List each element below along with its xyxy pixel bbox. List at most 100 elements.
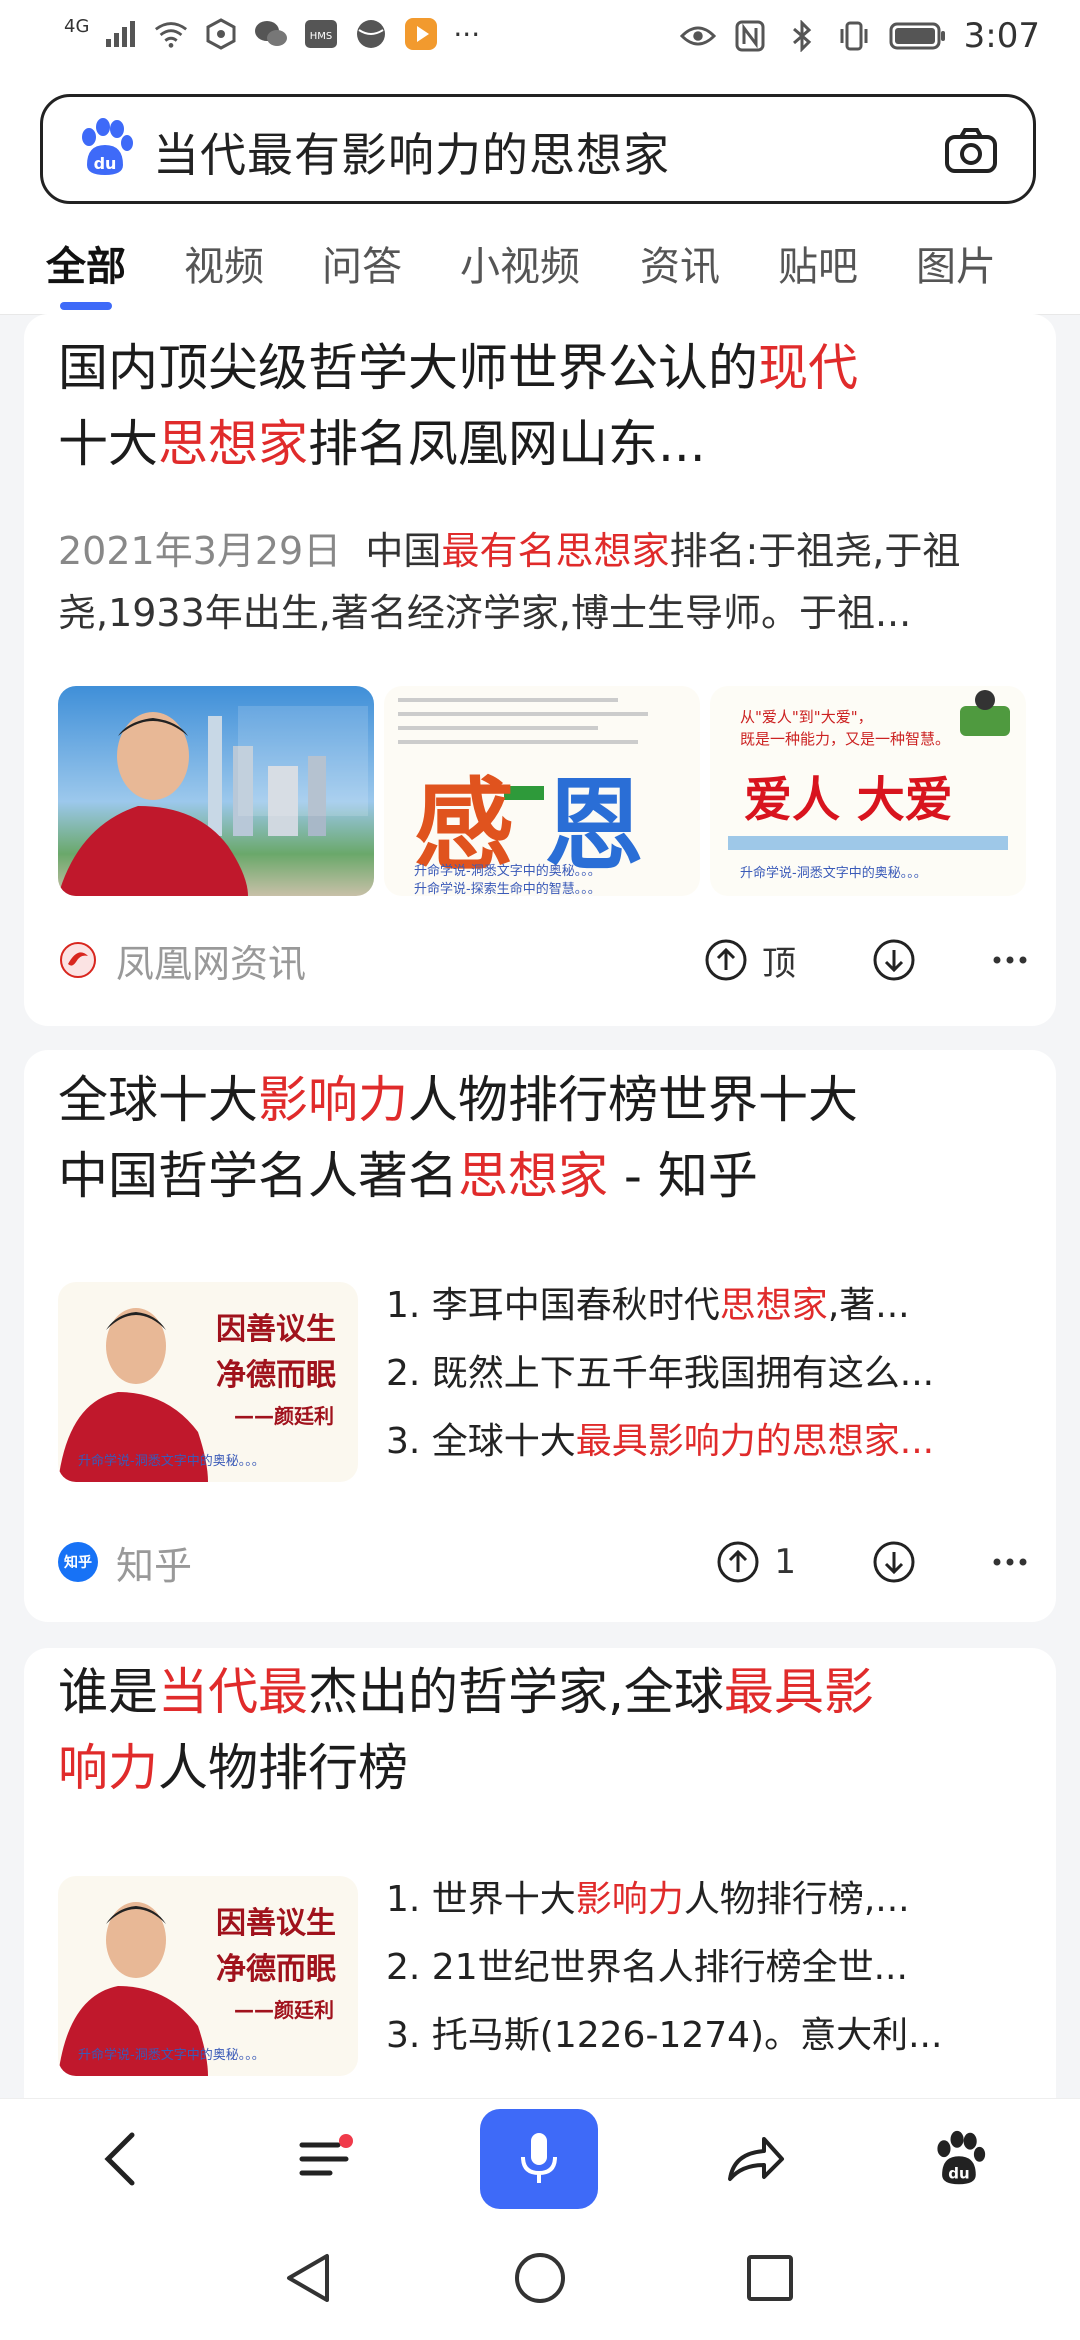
list-text: 3. 托马斯(1226-1274)。意大利... — [386, 2015, 943, 2056]
baidu-paw-logo-icon[interactable]: du — [73, 117, 135, 179]
upvote-label: 顶 — [762, 943, 796, 984]
system-navigation-bar — [0, 2218, 1080, 2340]
list-text: 3. 全球十大 — [386, 1421, 576, 1462]
calligraphy-line: 净德而眠 — [216, 1952, 336, 1987]
result-snippet: 2021年3月29日 中国最有名思想家排名:于祖尧,于祖 尧,1933年出生,著… — [58, 520, 1028, 644]
list-text: 1. 李耳中国春秋时代 — [386, 1285, 720, 1326]
result-thumbnail[interactable]: 因善议生 净德而眠 ——颜廷利 升命学说-洞悉文字中的奥秘。。。 — [58, 1876, 358, 2076]
result-list: 1. 李耳中国春秋时代思想家,著... 2. 既然上下五千年我国拥有这么... … — [386, 1272, 1056, 1476]
video-app-icon — [403, 16, 439, 52]
result-card[interactable]: 谁是当代最杰出的哲学家,全球最具影 响力人物排行榜 因善议生 净德而眠 ——颜廷… — [24, 1648, 1056, 2148]
list-text: 2. 既然上下五千年我国拥有这么... — [386, 1353, 935, 1394]
more-options-button[interactable] — [992, 1557, 1028, 1567]
system-home-button[interactable] — [510, 2248, 570, 2308]
title-text: - 知乎 — [608, 1147, 758, 1205]
baidu-home-button[interactable]: du — [910, 2111, 1006, 2207]
search-header: du 当代最有影响力的思想家 — [0, 76, 1080, 226]
upvote-button[interactable]: 顶 — [704, 936, 796, 985]
list-item[interactable]: 1. 李耳中国春秋时代思想家,著... — [386, 1272, 1056, 1340]
tab-tieba[interactable]: 贴吧 — [778, 234, 858, 292]
calligraphy-sign: ——颜廷利 — [234, 1998, 334, 2022]
calligraphy-line: 因善议生 — [216, 1312, 336, 1347]
camera-search-icon[interactable] — [943, 123, 999, 179]
zhihu-badge-text: 知乎 — [64, 1555, 92, 1571]
baidu-paw-icon: du — [937, 2130, 986, 2185]
list-item[interactable]: 2. 21世纪世界名人排行榜全世... — [386, 1934, 1056, 2002]
tab-video[interactable]: 视频 — [184, 234, 264, 292]
tab-images[interactable]: 图片 — [916, 234, 996, 292]
network-type: 4G — [64, 15, 90, 37]
downvote-button[interactable] — [872, 938, 916, 982]
snippet-text: 排名:于祖尧,于祖 — [669, 529, 961, 573]
system-recents-button[interactable] — [740, 2248, 800, 2308]
zhihu-logo-icon: 知乎 — [58, 1542, 98, 1582]
list-item[interactable]: 3. 托马斯(1226-1274)。意大利... — [386, 2002, 1056, 2070]
tab-short-video[interactable]: 小视频 — [460, 234, 580, 292]
image-top-text: 既是一种能力，又是一种智慧。 — [740, 730, 951, 748]
search-box[interactable]: du 当代最有影响力的思想家 — [40, 94, 1036, 204]
tab-qa[interactable]: 问答 — [322, 234, 402, 292]
voice-search-button[interactable] — [480, 2109, 598, 2209]
triangle-back-icon — [287, 2254, 329, 2302]
bottom-toolbar: du — [0, 2098, 1080, 2219]
list-item[interactable]: 3. 全球十大最具影响力的思想家... — [386, 1408, 1056, 1476]
title-text: 十大 — [58, 415, 158, 473]
result-title[interactable]: 谁是当代最杰出的哲学家,全球最具影 响力人物排行榜 — [58, 1654, 1018, 1806]
tab-news[interactable]: 资讯 — [640, 234, 720, 292]
search-query-text[interactable]: 当代最有影响力的思想家 — [153, 119, 670, 185]
image-footer-text: 升命学说-洞悉文字中的奥秘。。。 — [78, 2048, 265, 2063]
source-name[interactable]: 知乎 — [116, 1535, 192, 1590]
downvote-icon — [873, 939, 915, 981]
nfc-icon — [732, 18, 768, 54]
list-item[interactable]: 1. 世界十大影响力人物排行榜,... — [386, 1866, 1056, 1934]
microphone-icon — [521, 2133, 557, 2183]
list-highlight: 思想家 — [719, 1285, 828, 1326]
eye-icon — [679, 18, 716, 54]
image-footer-text: 升命学说-探索生命中的智慧。。。 — [414, 882, 601, 896]
hms-icon: HMS — [303, 16, 339, 52]
downvote-button[interactable] — [872, 1540, 916, 1584]
upvote-button[interactable]: 1 — [716, 1540, 796, 1584]
battery-icon — [888, 18, 948, 54]
hexagon-app-icon — [203, 16, 239, 52]
upvote-icon — [717, 1541, 759, 1583]
title-highlight: 最具影 — [723, 1663, 874, 1721]
status-bar: 4G HMS ··· 3:07 — [0, 0, 1080, 76]
result-footer: 凤凰网资讯 顶 — [58, 930, 1028, 990]
list-item[interactable]: 2. 既然上下五千年我国拥有这么... — [386, 1340, 1056, 1408]
tab-all[interactable]: 全部 — [46, 234, 126, 292]
title-text: 人物排行榜世界十大 — [408, 1071, 858, 1129]
title-text: 国内顶尖级哲学大师世界公认的 — [58, 339, 758, 397]
title-highlight: 当代最 — [158, 1663, 308, 1721]
upvote-count: 1 — [774, 1542, 796, 1582]
result-image-portrait[interactable] — [58, 686, 374, 896]
result-footer: 知乎 知乎 1 — [58, 1532, 1028, 1592]
result-card[interactable]: 全球十大影响力人物排行榜世界十大 中国哲学名人著名思想家 - 知乎 因善议生 净… — [24, 1050, 1056, 1622]
love-text: 爱人 大爱 — [744, 772, 953, 828]
menu-button[interactable] — [276, 2111, 372, 2207]
title-text: 杰出的哲学家,全球 — [308, 1663, 724, 1721]
more-options-button[interactable] — [992, 955, 1028, 965]
active-tab-indicator — [60, 302, 112, 310]
ball-app-icon — [353, 16, 389, 52]
title-text: 排名凤凰网山东... — [308, 415, 706, 473]
snippet-highlight: 最有名思想家 — [441, 529, 670, 573]
snippet-text: 中国 — [365, 529, 442, 573]
image-top-text: 从"爱人"到"大爱"， — [740, 708, 873, 726]
result-card[interactable]: 国内顶尖级哲学大师世界公认的现代 十大思想家排名凤凰网山东... 2021年3月… — [24, 314, 1056, 1026]
result-thumbnail[interactable]: 因善议生 净德而眠 ——颜廷利 升命学说-洞悉文字中的奥秘。。。 — [58, 1282, 358, 1482]
calligraphy-sign: ——颜廷利 — [234, 1404, 334, 1428]
system-back-button[interactable] — [278, 2248, 338, 2308]
result-title[interactable]: 国内顶尖级哲学大师世界公认的现代 十大思想家排名凤凰网山东... — [58, 330, 1018, 482]
svg-text:HMS: HMS — [310, 31, 333, 42]
result-image-love[interactable]: 从"爱人"到"大爱"， 既是一种能力，又是一种智慧。 爱人 大爱 升命学说-洞悉… — [710, 686, 1026, 896]
result-title[interactable]: 全球十大影响力人物排行榜世界十大 中国哲学名人著名思想家 - 知乎 — [58, 1062, 1018, 1214]
more-icon — [993, 1558, 1027, 1566]
result-image-strip: 感 恩 升命学说-洞悉文字中的奥秘。。。 升命学说-探索生命中的智慧。。。 从"… — [58, 686, 1026, 896]
back-button[interactable] — [72, 2111, 168, 2207]
title-text: 全球十大 — [58, 1071, 258, 1129]
result-image-gratitude[interactable]: 感 恩 升命学说-洞悉文字中的奥秘。。。 升命学说-探索生命中的智慧。。。 — [384, 686, 700, 896]
share-button[interactable] — [708, 2111, 804, 2207]
source-name[interactable]: 凤凰网资讯 — [116, 933, 306, 988]
result-date: 2021年3月29日 — [58, 529, 342, 573]
